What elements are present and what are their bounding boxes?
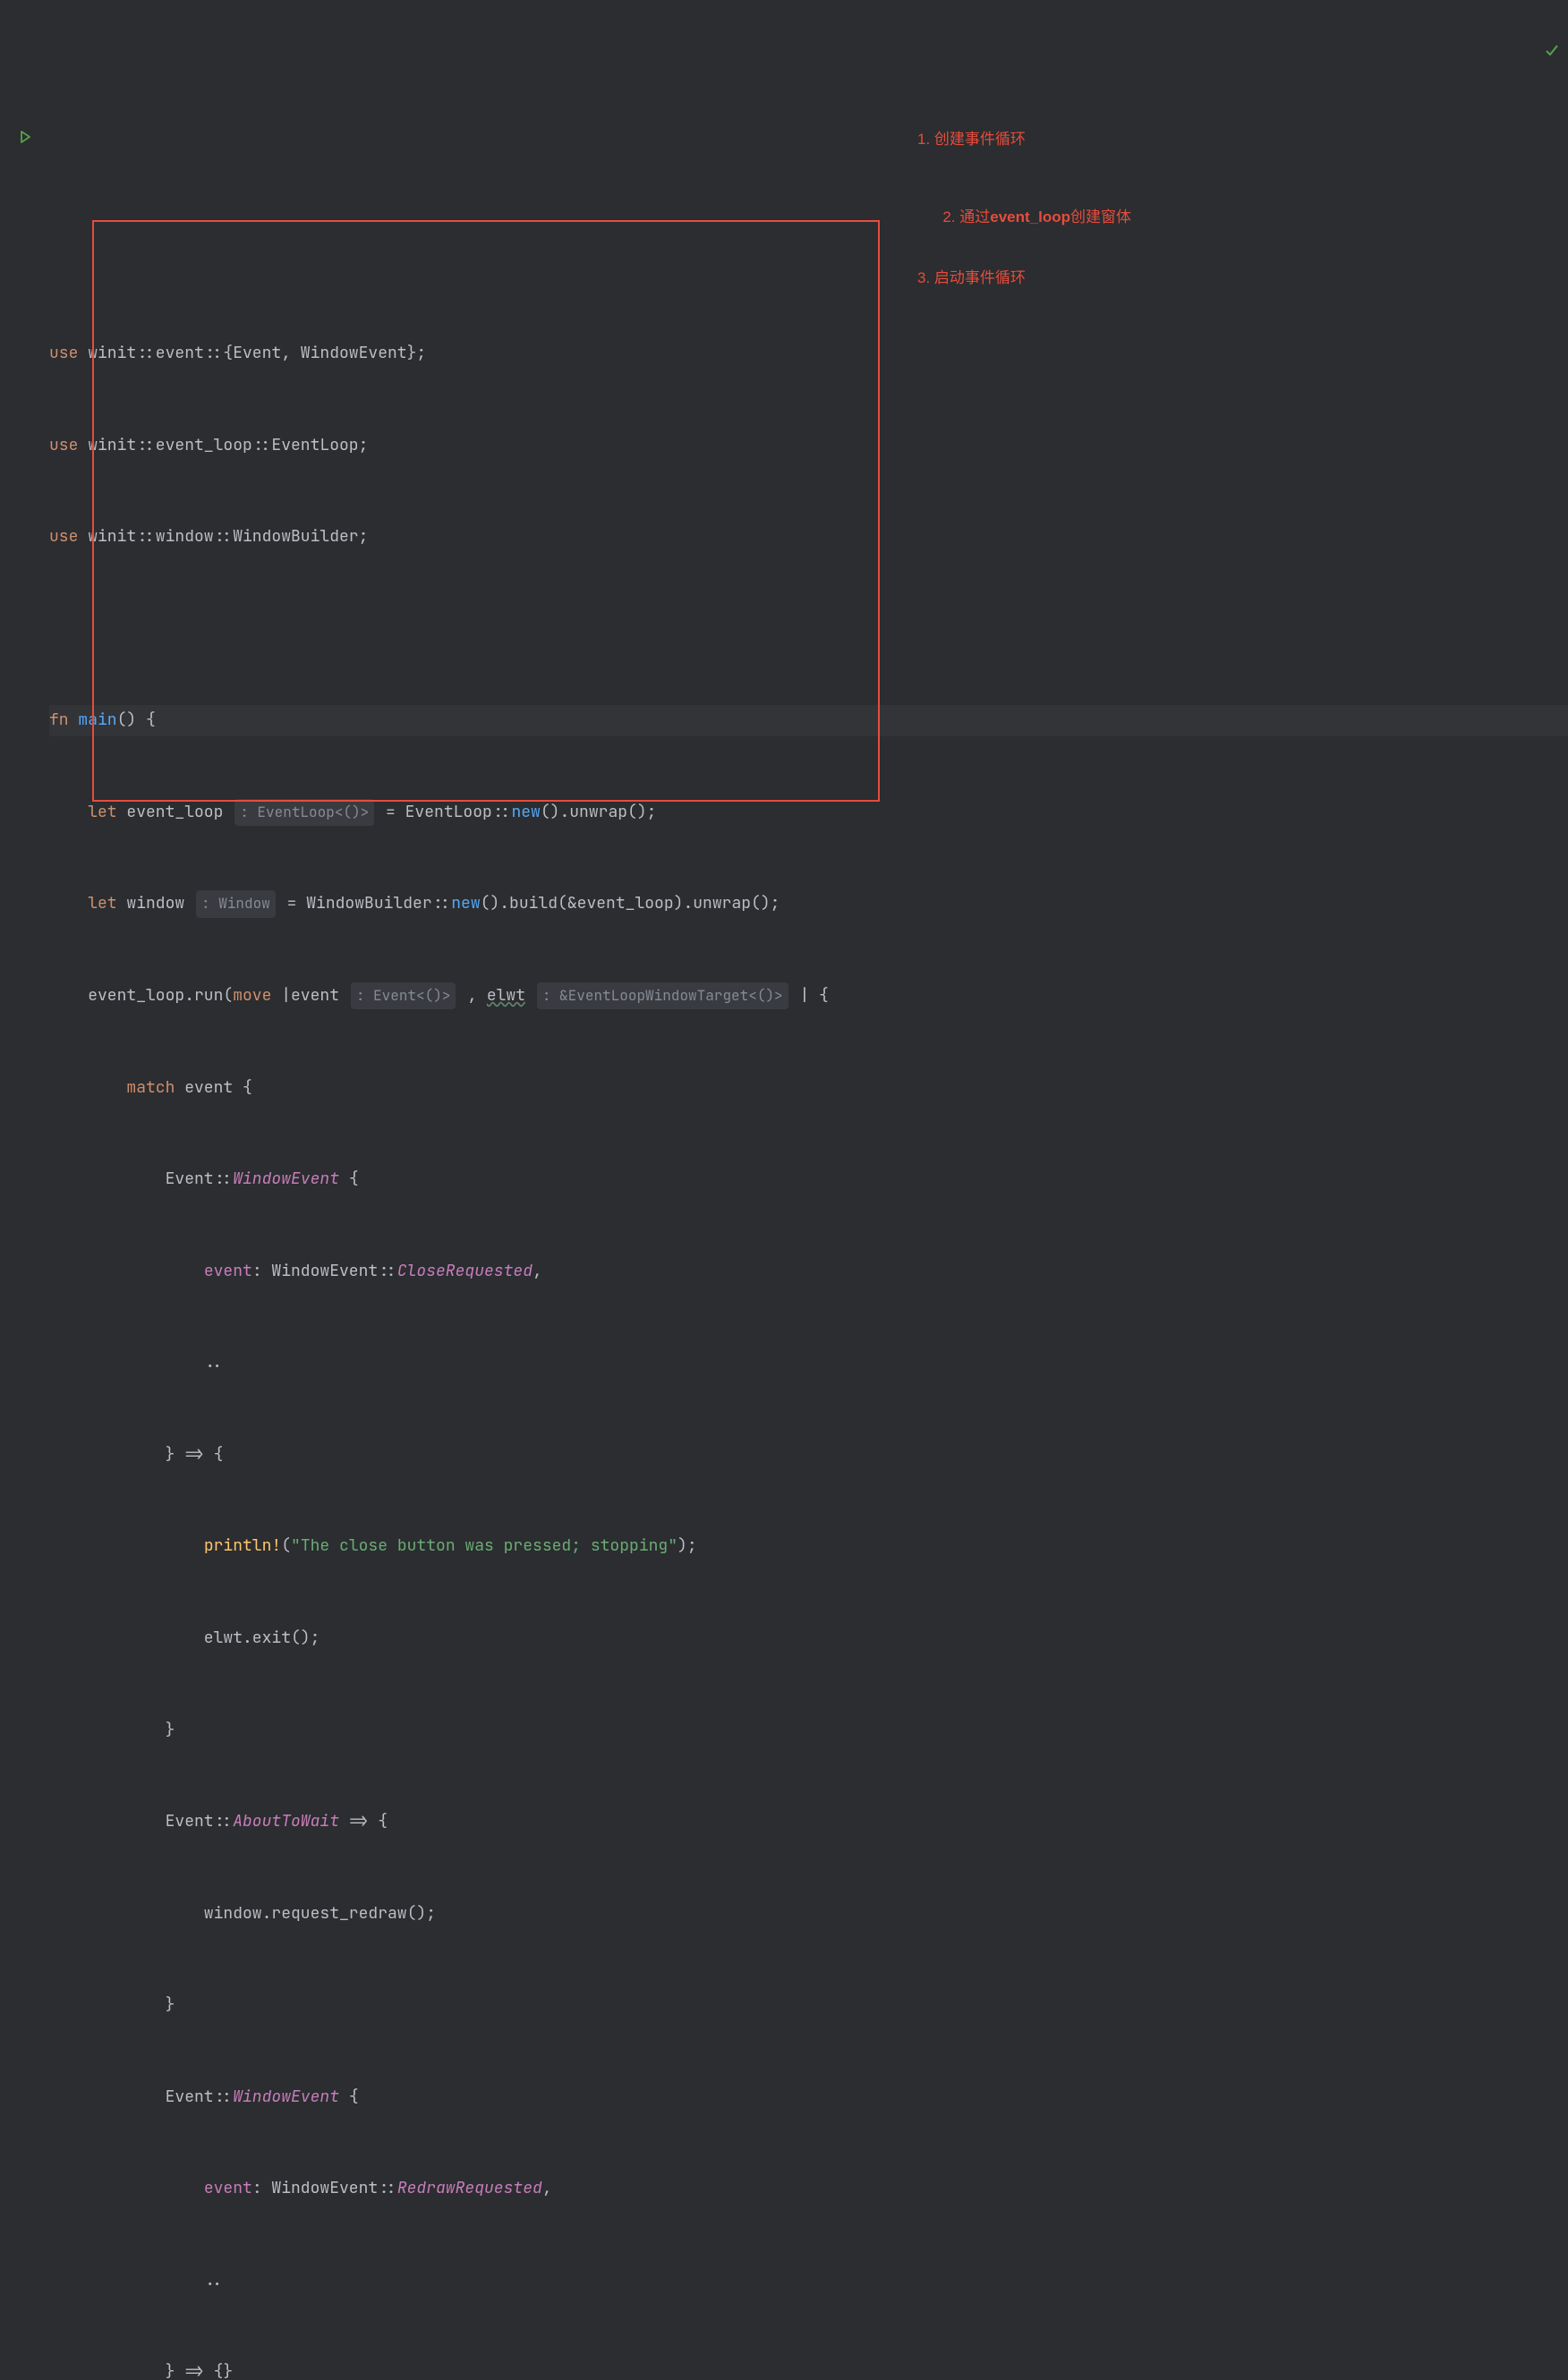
play-icon	[18, 124, 32, 155]
run-gutter-icon[interactable]	[0, 124, 49, 155]
code-line: ..	[49, 1347, 1568, 1378]
code-line: event: WindowEvent::RedrawRequested,	[49, 2173, 1568, 2204]
code-line: use winit::event_loop::EventLoop;	[49, 430, 1568, 461]
type-hint: : EventLoop<()>	[234, 799, 374, 826]
code-line: } => {}	[49, 2357, 1568, 2380]
type-hint: : Window	[196, 890, 276, 917]
code-line: Event::AboutToWait => {	[49, 1806, 1568, 1837]
code-line-current: fn main() {	[49, 705, 1568, 735]
code-line: use winit::window::WindowBuilder;	[49, 522, 1568, 552]
code-line: event_loop.run(move |event : Event<()> ,…	[49, 981, 1568, 1011]
code-line: event: WindowEvent::CloseRequested,	[49, 1256, 1568, 1287]
code-line: use winit::event::{Event, WindowEvent};	[49, 338, 1568, 369]
code-line: }	[49, 1715, 1568, 1746]
code-line: window.request_redraw();	[49, 1899, 1568, 1929]
type-hint: : &EventLoopWindowTarget<()>	[537, 982, 788, 1009]
code-line: }	[49, 1990, 1568, 2020]
code-line: ..	[49, 2265, 1568, 2296]
annotation-1: 1. 创建事件循环	[917, 125, 1026, 154]
code-line: elwt.exit();	[49, 1623, 1568, 1653]
code-line: Event::WindowEvent {	[49, 1164, 1568, 1194]
code-line: let event_loop : EventLoop<()> = EventLo…	[49, 797, 1568, 828]
code-line: } => {	[49, 1440, 1568, 1470]
code-line	[49, 614, 1568, 644]
editor-gutter	[0, 0, 49, 2380]
type-hint: : Event<()>	[351, 982, 456, 1009]
annotation-3: 3. 启动事件循环	[917, 264, 1026, 293]
code-line: let window : Window = WindowBuilder::new…	[49, 888, 1568, 919]
code-line: Event::WindowEvent {	[49, 2082, 1568, 2112]
code-area[interactable]: 1. 创建事件循环 2. 通过event_loop创建窗体 3. 启动事件循环 …	[49, 0, 1568, 2380]
annotation-2: 2. 通过event_loop创建窗体	[917, 174, 1131, 261]
code-editor[interactable]: 1. 创建事件循环 2. 通过event_loop创建窗体 3. 启动事件循环 …	[0, 0, 1568, 2380]
analysis-ok-icon[interactable]	[1487, 7, 1559, 99]
code-line: match event {	[49, 1073, 1568, 1103]
code-line: println!("The close button was pressed; …	[49, 1531, 1568, 1561]
